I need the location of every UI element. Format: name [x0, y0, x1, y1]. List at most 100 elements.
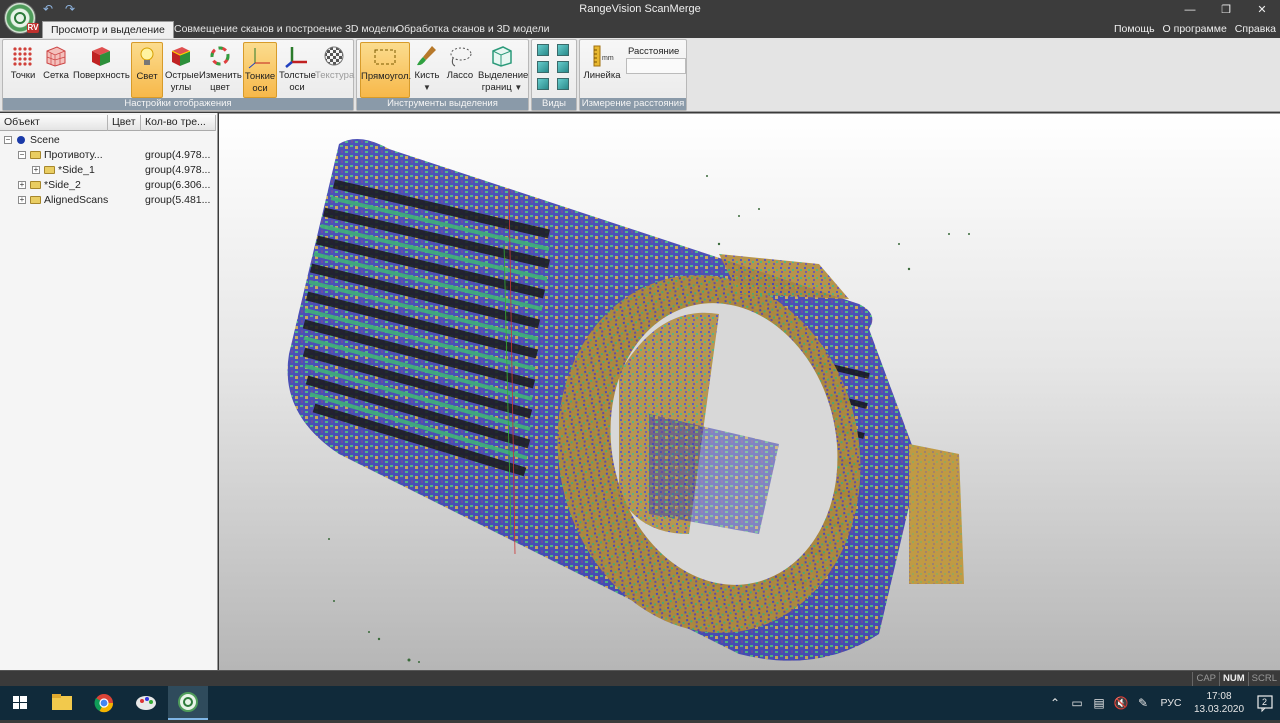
window-title: RangeVision ScanMerge — [579, 3, 701, 15]
change-color-button[interactable]: Изменить цвет — [199, 42, 242, 98]
points-icon — [13, 47, 32, 66]
tree-row-count: group(4.978... — [145, 164, 211, 176]
tree-row-name: AlignedScans — [44, 194, 109, 206]
status-key: NUM — [1219, 672, 1248, 686]
redo-icon[interactable]: ↷ — [62, 2, 78, 16]
windows-start-icon[interactable] — [0, 686, 40, 720]
restore-icon[interactable]: ❐ — [1208, 0, 1244, 20]
brush-dropdown-icon[interactable]: ▼ — [412, 82, 442, 94]
sharp-corners-icon — [171, 47, 191, 66]
view-top-button[interactable] — [537, 78, 549, 90]
light-bulb-icon — [140, 47, 154, 65]
pen-icon[interactable]: ✎ — [1132, 696, 1154, 710]
tree-row-name: Scene — [30, 134, 60, 146]
chevron-up-icon[interactable]: ⌃ — [1044, 696, 1066, 710]
thin-axes-label-2: оси — [252, 83, 268, 94]
3d-viewport[interactable] — [219, 113, 1280, 670]
window-controls: — ❐ ✕ — [1172, 0, 1280, 20]
lasso-button[interactable]: Лассо — [444, 42, 476, 98]
brush-icon — [417, 46, 436, 66]
clock[interactable]: 17:08 13.03.2020 — [1188, 690, 1250, 716]
undo-icon[interactable]: ↶ — [40, 2, 56, 16]
tab-view-selection[interactable]: Просмотр и выделение — [42, 21, 174, 38]
tree-row[interactable]: + AlignedScans group(5.481... — [0, 193, 216, 207]
svg-text:mm: mm — [602, 55, 614, 62]
mesh-button[interactable]: Сетка — [41, 42, 71, 98]
thin-axes-icon — [248, 48, 270, 69]
column-object[interactable]: Объект — [0, 115, 108, 131]
rectangle-select-button[interactable]: Прямоугол. — [360, 42, 412, 98]
rectangle-select-label: Прямоугол. — [361, 71, 412, 82]
view-right-button[interactable] — [557, 61, 569, 73]
thick-axes-label-1: Толстые — [279, 70, 316, 81]
expand-icon[interactable]: + — [18, 196, 26, 204]
distance-group: mm Линейка Расстояние Измерение расстоян… — [579, 39, 687, 111]
help-link[interactable]: Помощь — [1114, 23, 1155, 35]
notification-center-icon[interactable]: 2 — [1250, 686, 1280, 720]
status-key: SCRL — [1247, 672, 1280, 686]
view-bottom-button[interactable] — [557, 78, 569, 90]
reference-link[interactable]: Справка — [1235, 23, 1276, 35]
surface-icon — [92, 47, 110, 66]
ruler-label: Линейка — [583, 70, 621, 81]
selection-tools-group: Прямоугол. Кисть ▼ Лассо Выделение грани… — [356, 39, 529, 111]
texture-icon — [324, 46, 344, 66]
light-label: Свет — [136, 71, 158, 82]
paint-icon[interactable] — [126, 686, 166, 720]
expand-icon[interactable]: + — [18, 181, 26, 189]
language-indicator[interactable]: РУС — [1154, 697, 1188, 709]
collapse-icon[interactable]: − — [4, 136, 12, 144]
app-logo-button[interactable]: RV — [4, 2, 39, 34]
surface-button[interactable]: Поверхность — [73, 42, 130, 98]
views-group: Виды — [531, 39, 577, 111]
color-change-icon — [210, 46, 230, 66]
rectangle-select-icon — [374, 49, 396, 65]
tab-processing[interactable]: Обработка сканов и 3D модели — [388, 21, 557, 38]
tree-row[interactable]: + *Side_1 group(4.978... — [0, 163, 216, 177]
view-front-button[interactable] — [537, 44, 549, 56]
battery-icon[interactable]: ▭ — [1066, 696, 1088, 710]
texture-button[interactable]: Текстура — [315, 42, 355, 98]
points-button[interactable]: Точки — [7, 42, 39, 98]
tree-row[interactable]: − Противоту... group(4.978... — [0, 148, 216, 162]
texture-label: Текстура — [315, 70, 355, 81]
distance-value-field[interactable] — [626, 58, 686, 74]
about-link[interactable]: О программе — [1163, 23, 1227, 35]
thick-axes-button[interactable]: Толстые оси — [279, 42, 316, 98]
selection-tools-label: Инструменты выделения — [357, 98, 528, 110]
surface-label: Поверхность — [73, 70, 130, 81]
folder-icon — [30, 151, 41, 159]
tree-row[interactable]: + *Side_2 group(6.306... — [0, 178, 216, 192]
file-explorer-icon[interactable] — [42, 686, 82, 720]
border-select-icon — [492, 46, 512, 67]
change-color-label-1: Изменить — [199, 70, 242, 81]
view-back-button[interactable] — [557, 44, 569, 56]
logo-ring-icon — [14, 12, 26, 24]
change-color-label-2: цвет — [210, 82, 230, 93]
tab-align-build[interactable]: Совмещение сканов и построение 3D модели — [166, 21, 406, 38]
scan-model — [287, 139, 970, 663]
distance-label: Измерение расстояния — [580, 98, 686, 110]
expand-icon[interactable]: + — [32, 166, 40, 174]
brush-button[interactable]: Кисть ▼ — [412, 42, 442, 98]
sharp-corners-button[interactable]: Острые углы — [165, 42, 199, 98]
tree-row-count: group(6.306... — [145, 179, 211, 191]
chrome-icon[interactable] — [84, 686, 124, 720]
border-select-dropdown-icon[interactable]: ▼ — [514, 83, 522, 92]
view-left-button[interactable] — [537, 61, 549, 73]
scanmerge-icon[interactable] — [168, 686, 208, 720]
thin-axes-button[interactable]: Тонкие оси — [243, 42, 277, 98]
border-select-button[interactable]: Выделение границ ▼ — [478, 42, 528, 98]
volume-mute-icon[interactable]: 🔇 — [1110, 696, 1132, 710]
minimize-icon[interactable]: — — [1172, 0, 1208, 20]
network-icon[interactable]: ▤ — [1088, 696, 1110, 710]
ruler-button[interactable]: mm Линейка — [582, 42, 622, 98]
system-tray: ⌃ ▭ ▤ 🔇 ✎ РУС 17:08 13.03.2020 2 — [1044, 686, 1280, 720]
column-count[interactable]: Кол-во тре... — [141, 115, 216, 131]
close-icon[interactable]: ✕ — [1244, 0, 1280, 20]
light-button[interactable]: Свет — [131, 42, 163, 98]
tree-row[interactable]: − Scene — [0, 133, 216, 147]
column-color[interactable]: Цвет — [108, 115, 141, 131]
collapse-icon[interactable]: − — [18, 151, 26, 159]
border-select-label-2-wrap: границ ▼ — [478, 82, 526, 94]
